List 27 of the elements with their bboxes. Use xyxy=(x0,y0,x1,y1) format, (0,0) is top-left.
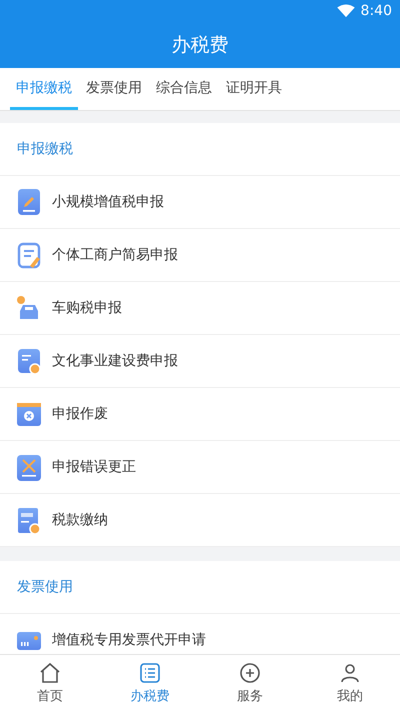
menu-item[interactable]: 车购税申报 xyxy=(0,282,400,335)
form-pencil-icon xyxy=(16,240,42,270)
wifi-icon xyxy=(336,4,355,18)
menu-item[interactable]: 申报作废 xyxy=(0,388,400,441)
tab[interactable]: 发票使用 xyxy=(80,68,148,110)
list-icon xyxy=(138,660,162,684)
tab[interactable]: 证明开具 xyxy=(220,68,288,110)
document-badge-icon xyxy=(16,346,42,376)
tab[interactable]: 综合信息 xyxy=(150,68,218,110)
cross-card-icon xyxy=(16,452,42,482)
menu-item[interactable]: 税款缴纳 xyxy=(0,494,400,547)
page-title: 办税费 xyxy=(172,33,228,58)
section-title: 申报缴税 xyxy=(17,140,73,158)
tab[interactable]: 申报缴税 xyxy=(10,68,78,110)
menu-item[interactable]: 个体工商户简易申报 xyxy=(0,229,400,282)
menu-item[interactable]: 文化事业建设费申报 xyxy=(0,335,400,388)
nav-tab[interactable]: 办税费 xyxy=(100,655,200,710)
tax-document-icon xyxy=(16,505,42,535)
nav-tab[interactable]: 首页 xyxy=(0,655,100,710)
clipboard-pencil-icon xyxy=(16,187,42,217)
menu-item[interactable]: 小规模增值税申报 xyxy=(0,176,400,229)
home-icon xyxy=(38,660,62,684)
section-title: 发票使用 xyxy=(17,578,73,596)
nav-tab[interactable]: 我的 xyxy=(300,655,400,710)
status-time: 8:40 xyxy=(360,3,392,19)
menu-item[interactable]: 申报错误更正 xyxy=(0,441,400,494)
nav-tab[interactable]: 服务 xyxy=(200,655,300,710)
